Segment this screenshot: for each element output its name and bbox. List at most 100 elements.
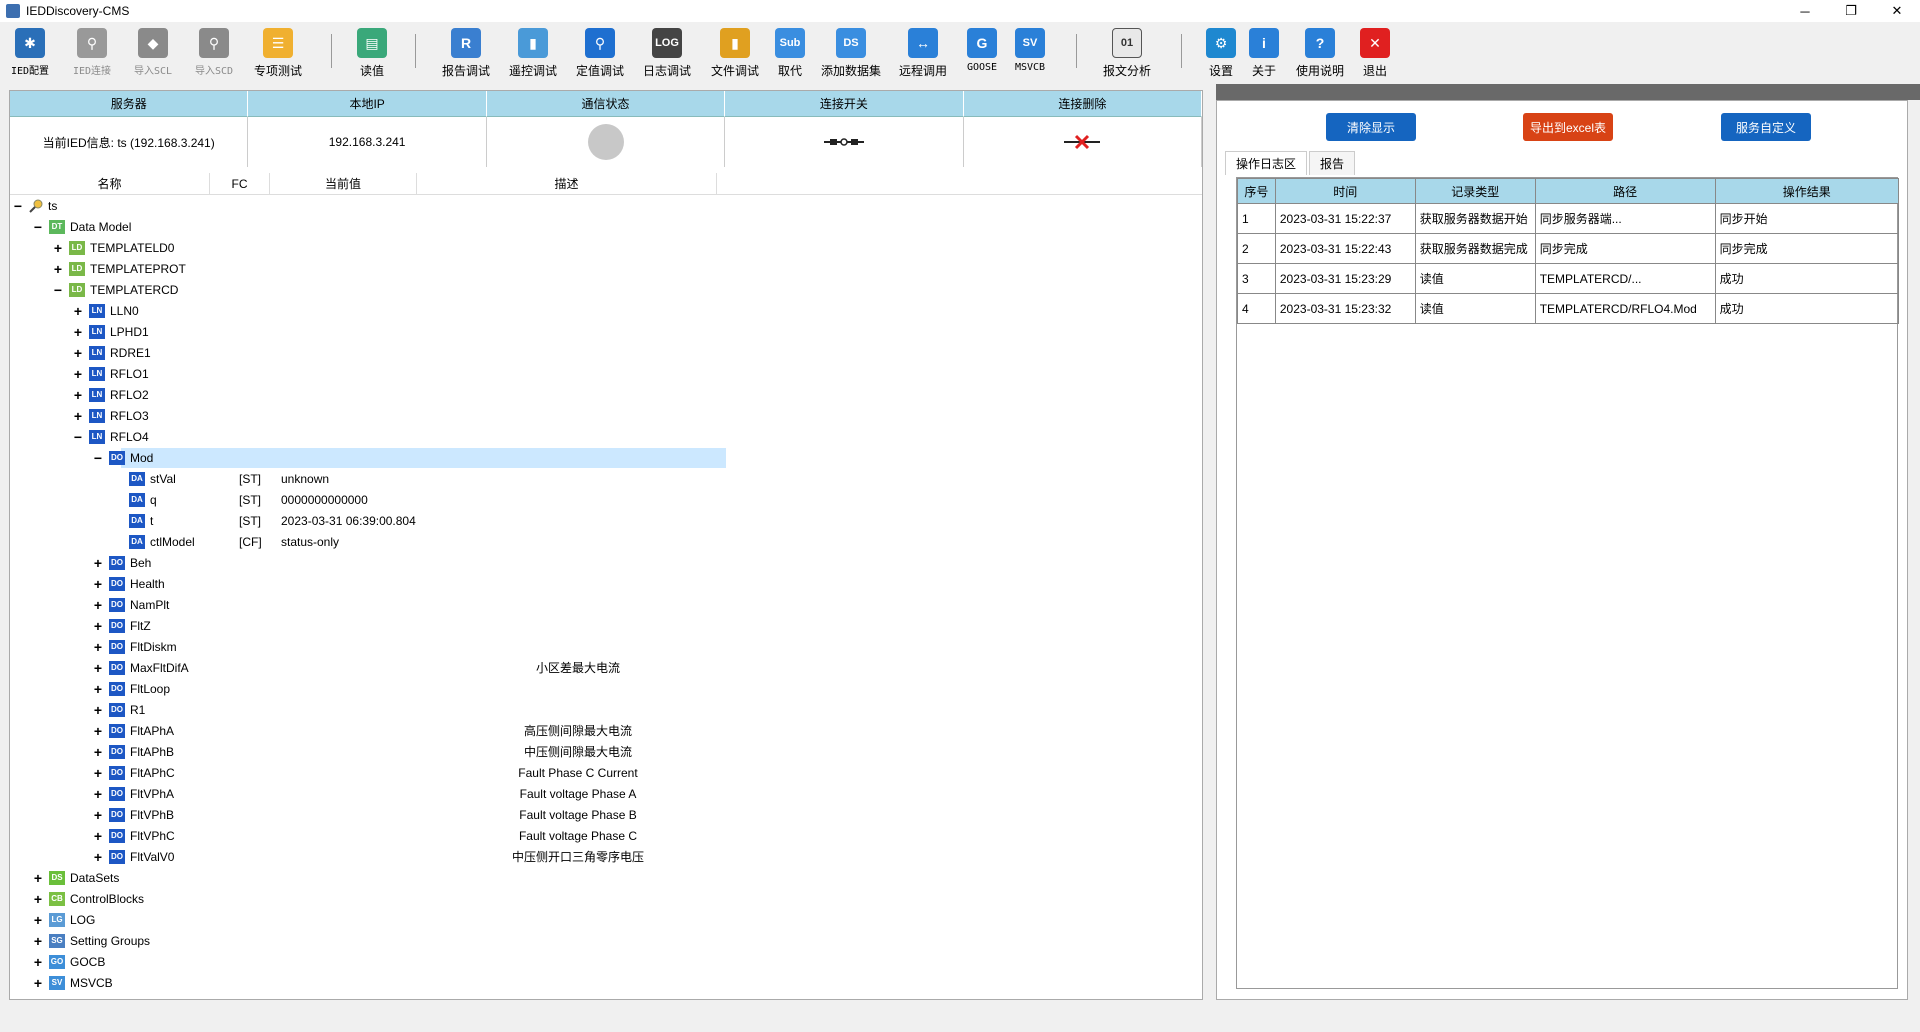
toolbar-button-9[interactable]: LOG 日志调试 [637, 28, 697, 79]
tree-node[interactable]: + LD TEMPLATEPROT [10, 258, 1202, 279]
tree-node[interactable]: DA q [ST] 0000000000000 [10, 489, 1202, 510]
toolbar-button-18[interactable]: i 关于 [1234, 28, 1294, 79]
expand-icon[interactable]: + [92, 703, 104, 717]
tab-report[interactable]: 报告 [1309, 151, 1356, 175]
tree-node[interactable]: + LN RFLO2 [10, 384, 1202, 405]
toolbar-button-6[interactable]: R 报告调试 [436, 28, 496, 79]
tree-node[interactable]: − LN RFLO4 [10, 426, 1202, 447]
log-row[interactable]: 4 2023-03-31 15:23:32 读值 TEMPLATERCD/RFLO4.… [1237, 293, 1900, 324]
expand-icon[interactable]: + [32, 892, 44, 906]
tree-node[interactable]: + DO FltAPhA 高压侧间隙最大电流 [10, 720, 1202, 741]
toolbar-button-5[interactable]: ▤ 读值 [342, 28, 402, 79]
expand-icon[interactable]: + [72, 409, 84, 423]
connection-switch-icon[interactable] [823, 136, 864, 148]
tree-node[interactable]: DA t [ST] 2023-03-31 06:39:00.804 [10, 510, 1202, 531]
tree-node[interactable]: + DO FltAPhC Fault Phase C Current [10, 762, 1202, 783]
expand-icon[interactable]: + [72, 304, 84, 318]
tree-node[interactable]: DA ctlModel [CF] status-only [10, 531, 1202, 552]
service-custom-button[interactable]: 服务自定义 [1721, 113, 1811, 141]
expand-icon[interactable]: + [72, 346, 84, 360]
toolbar-button-10[interactable]: ▮ 文件调试 [705, 28, 765, 79]
tree-node[interactable]: DA stVal [ST] unknown [10, 468, 1202, 489]
expand-icon[interactable]: + [92, 619, 104, 633]
tree-node[interactable]: + DO FltValV0 中压侧开口三角零序电压 [10, 846, 1202, 867]
log-row[interactable]: 1 2023-03-31 15:22:37 获取服务器数据开始 同步服务器端... 同步… [1237, 203, 1900, 234]
expand-icon[interactable]: + [92, 829, 104, 843]
expand-icon[interactable]: + [92, 598, 104, 612]
toolbar-button-13[interactable]: ↔ 远程调用 [893, 28, 953, 79]
toolbar-button-0[interactable]: ✱ IED配置 [0, 28, 60, 77]
minimize-button[interactable]: ─ [1782, 0, 1828, 22]
tree-node[interactable]: + DO Health [10, 573, 1202, 594]
tree-node[interactable]: − DO Mod [10, 447, 1202, 468]
toolbar-button-11[interactable]: Sub 取代 [760, 28, 820, 79]
tree-node[interactable]: + DO FltAPhB 中压侧间隙最大电流 [10, 741, 1202, 762]
tree-node[interactable]: − DT Data Model [10, 216, 1202, 237]
close-window-button[interactable]: ✕ [1874, 0, 1920, 22]
expand-icon[interactable]: + [52, 262, 64, 276]
tree-node[interactable]: + CB ControlBlocks [10, 888, 1202, 909]
toolbar-button-2[interactable]: ◆ 导入SCL [123, 28, 183, 77]
collapse-icon[interactable]: − [12, 199, 24, 213]
tree-node[interactable]: + LN RFLO3 [10, 405, 1202, 426]
expand-icon[interactable]: + [92, 850, 104, 864]
expand-icon[interactable]: + [92, 766, 104, 780]
tree-node[interactable]: + DO Beh [10, 552, 1202, 573]
toolbar-button-7[interactable]: ▮ 遥控调试 [503, 28, 563, 79]
collapse-icon[interactable]: − [72, 430, 84, 444]
maximize-button[interactable]: ❐ [1828, 0, 1874, 22]
collapse-icon[interactable]: − [32, 220, 44, 234]
expand-icon[interactable]: + [92, 808, 104, 822]
toolbar-button-4[interactable]: ☰ 专项测试 [248, 28, 308, 79]
tree-node[interactable]: + LN LLN0 [10, 300, 1202, 321]
tree-node[interactable]: − LD TEMPLATERCD [10, 279, 1202, 300]
tree-node[interactable]: + DO FltVPhB Fault voltage Phase B [10, 804, 1202, 825]
toolbar-button-15[interactable]: SV MSVCB [1000, 28, 1060, 73]
toolbar-button-19[interactable]: ? 使用说明 [1290, 28, 1350, 79]
tree-node[interactable]: + LN RFLO1 [10, 363, 1202, 384]
tab-operation-log[interactable]: 操作日志区 [1225, 151, 1308, 175]
tree-node[interactable]: − ts [10, 195, 1202, 216]
expand-icon[interactable]: + [92, 640, 104, 654]
tree-node[interactable]: + LN RDRE1 [10, 342, 1202, 363]
log-row[interactable]: 2 2023-03-31 15:22:43 获取服务器数据完成 同步完成 同步完成 [1237, 233, 1900, 264]
expand-icon[interactable]: + [92, 661, 104, 675]
expand-icon[interactable]: + [32, 976, 44, 990]
tree-node[interactable]: + LG LOG [10, 909, 1202, 930]
expand-icon[interactable]: + [92, 556, 104, 570]
expand-icon[interactable]: + [32, 955, 44, 969]
expand-icon[interactable]: + [32, 934, 44, 948]
tree-node[interactable]: + DO NamPlt [10, 594, 1202, 615]
tree-node[interactable]: + SV MSVCB [10, 972, 1202, 993]
collapse-icon[interactable]: − [52, 283, 64, 297]
expand-icon[interactable]: + [52, 241, 64, 255]
tree-node[interactable]: + SG Setting Groups [10, 930, 1202, 951]
export-excel-button[interactable]: 导出到excel表 [1523, 113, 1613, 141]
tree-node[interactable]: + DS DataSets [10, 867, 1202, 888]
tree-node[interactable]: + DO MaxFltDifA 小区差最大电流 [10, 657, 1202, 678]
clear-display-button[interactable]: 清除显示 [1326, 113, 1416, 141]
tree-node[interactable]: + DO R1 [10, 699, 1202, 720]
expand-icon[interactable]: + [72, 367, 84, 381]
expand-icon[interactable]: + [92, 745, 104, 759]
toolbar-button-3[interactable]: ⚲ 导入SCD [184, 28, 244, 77]
expand-icon[interactable]: + [92, 724, 104, 738]
expand-icon[interactable]: + [92, 577, 104, 591]
expand-icon[interactable]: + [92, 787, 104, 801]
tree-node[interactable]: + GO GOCB [10, 951, 1202, 972]
toolbar-button-16[interactable]: 01 报文分析 [1097, 28, 1157, 79]
toolbar-button-1[interactable]: ⚲ IED连接 [62, 28, 122, 77]
expand-icon[interactable]: + [32, 871, 44, 885]
expand-icon[interactable]: + [72, 325, 84, 339]
toolbar-button-20[interactable]: ✕ 退出 [1345, 28, 1405, 79]
tree-node[interactable]: + DO FltDiskm [10, 636, 1202, 657]
log-row[interactable]: 3 2023-03-31 15:23:29 读值 TEMPLATERCD/... 成功 [1237, 263, 1900, 294]
tree-node[interactable]: + LD TEMPLATELD0 [10, 237, 1202, 258]
toolbar-button-12[interactable]: DS 添加数据集 [821, 28, 881, 79]
tree-node[interactable]: + DO FltZ [10, 615, 1202, 636]
tree-node[interactable]: + DO FltVPhC Fault voltage Phase C [10, 825, 1202, 846]
connection-delete-icon[interactable] [1064, 134, 1101, 150]
expand-icon[interactable]: + [32, 913, 44, 927]
tree-node[interactable]: + DO FltLoop [10, 678, 1202, 699]
expand-icon[interactable]: + [72, 388, 84, 402]
